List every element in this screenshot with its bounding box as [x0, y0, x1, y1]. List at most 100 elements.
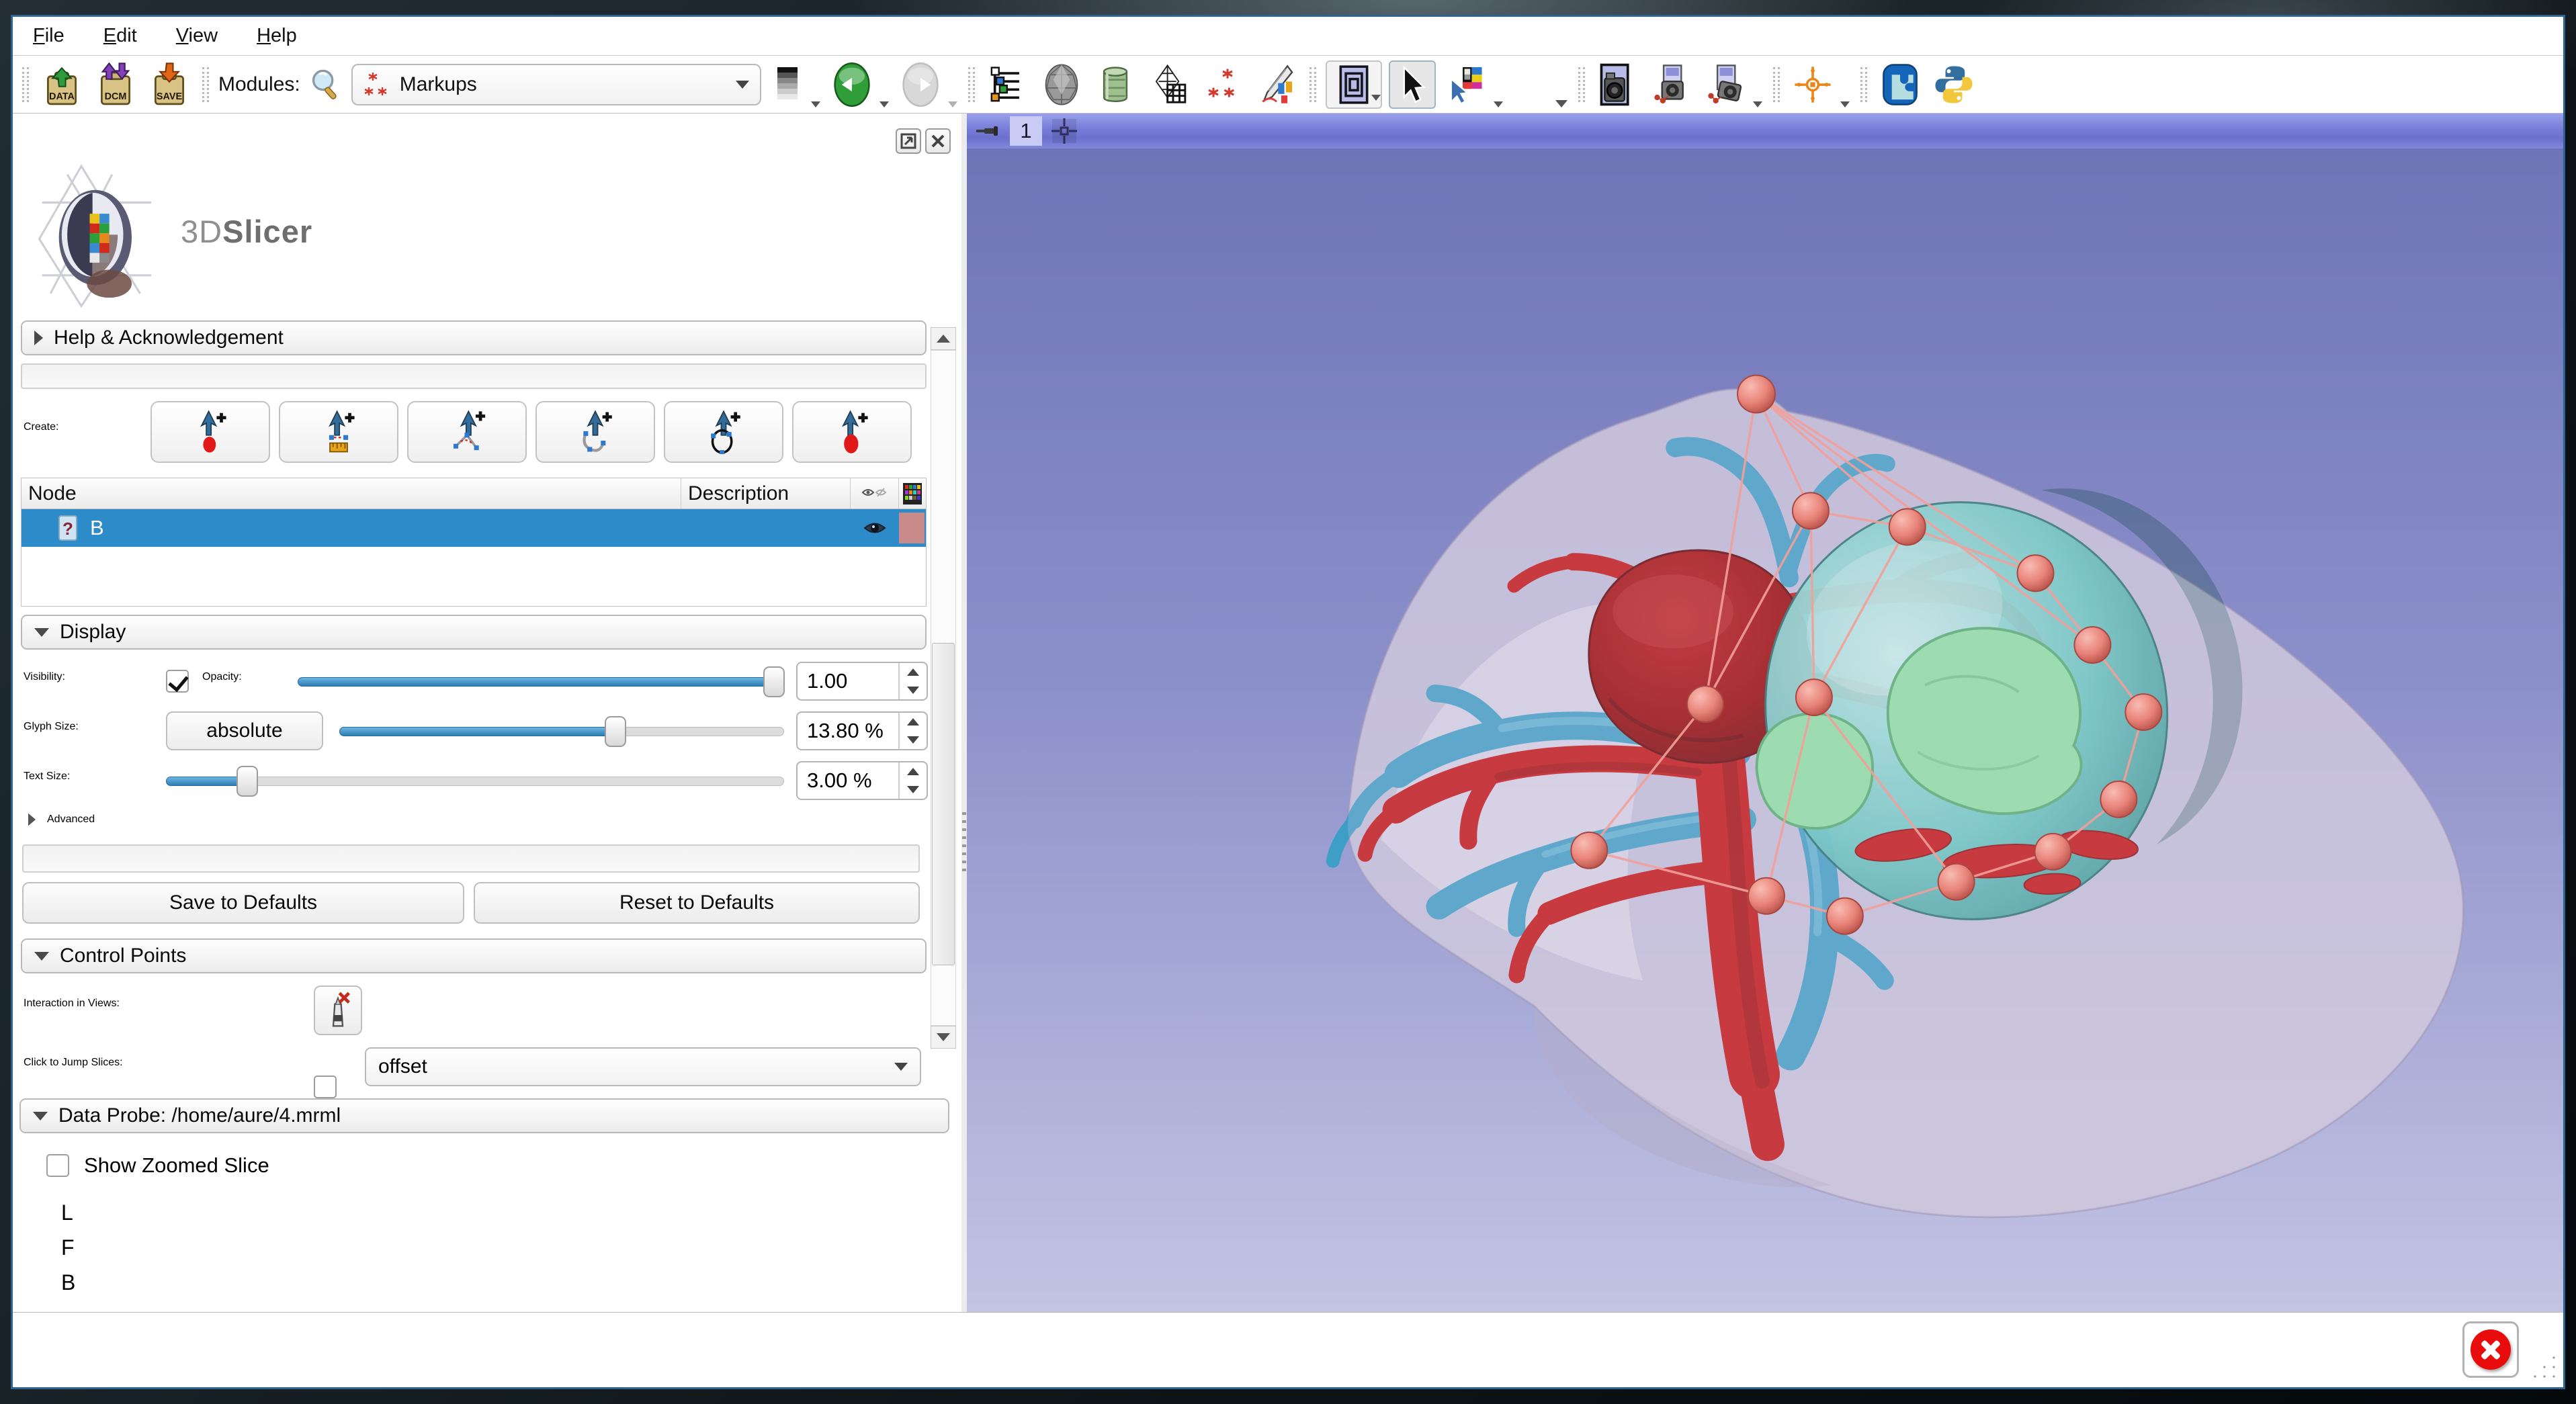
control-point[interactable] — [1793, 492, 1829, 529]
forward-dropdown-arrow[interactable] — [948, 101, 957, 107]
create-open-curve-button[interactable] — [535, 401, 655, 463]
interaction-in-views-button[interactable] — [314, 985, 362, 1035]
volume-rendering-button[interactable] — [1146, 60, 1193, 109]
toolbar-handle[interactable] — [1860, 67, 1867, 102]
menu-file[interactable]: File — [33, 25, 65, 47]
place-persistent-dropdown-arrow[interactable] — [1555, 100, 1568, 107]
crosshair-dropdown-arrow[interactable] — [1840, 101, 1850, 107]
scene-view-capture-button[interactable] — [1648, 60, 1695, 109]
scrollbar-down-button[interactable] — [931, 1026, 956, 1049]
module-history-button[interactable] — [768, 60, 807, 109]
text-size-slider[interactable] — [166, 777, 784, 786]
scrollbar-thumb[interactable] — [932, 643, 955, 965]
glyph-size-slider[interactable] — [339, 727, 784, 736]
subject-hierarchy-button[interactable] — [984, 60, 1031, 109]
spin-up-button[interactable] — [900, 663, 927, 681]
control-points-section-header[interactable]: Control Points — [21, 938, 927, 973]
display-section-header[interactable]: Display — [21, 615, 927, 650]
place-markup-button[interactable] — [1443, 60, 1490, 109]
spin-down-button[interactable] — [900, 731, 927, 749]
resize-grip[interactable] — [2528, 1351, 2558, 1380]
history-dropdown-arrow[interactable] — [811, 101, 820, 107]
create-line-button[interactable] — [279, 401, 398, 463]
module-search-button[interactable] — [307, 60, 345, 109]
column-header-description[interactable]: Description — [681, 478, 851, 509]
control-point[interactable] — [2035, 834, 2071, 870]
toolbar-handle[interactable] — [22, 67, 29, 102]
control-point[interactable] — [1938, 864, 1975, 900]
dicom-button[interactable]: DCM — [92, 60, 139, 109]
toolbar-handle[interactable] — [968, 67, 975, 102]
control-point[interactable] — [1687, 686, 1723, 722]
toolbar-handle[interactable] — [1310, 67, 1316, 102]
history-back-button[interactable] — [828, 60, 875, 109]
visibility-checkbox[interactable] — [166, 670, 189, 693]
opacity-spinbox[interactable]: 1.00 — [796, 662, 928, 701]
toolbar-handle[interactable] — [1773, 67, 1780, 102]
reset-to-defaults-button[interactable]: Reset to Defaults — [474, 882, 920, 924]
scrollbar-up-button[interactable] — [931, 327, 956, 350]
spin-up-button[interactable] — [900, 762, 927, 781]
create-plane-button[interactable] — [792, 401, 912, 463]
text-size-spinbox[interactable]: 3.00 % — [796, 761, 928, 800]
python-console-button[interactable] — [1930, 60, 1977, 109]
control-point[interactable] — [1737, 376, 1775, 413]
control-point[interactable] — [1796, 679, 1832, 715]
spin-down-button[interactable] — [900, 781, 927, 799]
annotations-module-button[interactable] — [1253, 60, 1300, 109]
menu-edit[interactable]: Edit — [103, 25, 137, 47]
opacity-slider-handle[interactable] — [763, 666, 785, 697]
control-point[interactable] — [2125, 694, 2161, 730]
control-point[interactable] — [1889, 509, 1926, 545]
threed-view-controller-bar[interactable]: 1 — [967, 114, 2563, 148]
toolbar-handle[interactable] — [202, 67, 209, 102]
layout-selector-button[interactable] — [1326, 60, 1382, 109]
show-zoomed-slice-checkbox[interactable] — [46, 1154, 69, 1177]
mouse-interaction-button[interactable] — [1389, 60, 1436, 109]
menu-view[interactable]: View — [176, 25, 218, 47]
scene-view-dropdown-arrow[interactable] — [1753, 101, 1762, 107]
pin-icon[interactable] — [975, 122, 1002, 140]
volumes-module-button[interactable] — [1092, 60, 1139, 109]
panel-undock-button[interactable] — [896, 128, 921, 154]
column-header-node[interactable]: Node — [22, 478, 681, 509]
opacity-slider[interactable] — [298, 677, 784, 687]
spin-up-button[interactable] — [900, 713, 927, 731]
layout-dropdown-arrow[interactable] — [1371, 95, 1381, 101]
screenshot-button[interactable] — [1594, 60, 1641, 109]
jump-slices-checkbox[interactable] — [314, 1076, 337, 1098]
node-visibility-toggle[interactable] — [851, 519, 899, 537]
history-forward-button[interactable] — [897, 60, 944, 109]
jump-mode-combobox[interactable]: offset — [365, 1047, 921, 1086]
back-dropdown-arrow[interactable] — [879, 101, 889, 107]
models-module-button[interactable] — [1038, 60, 1085, 109]
menu-help[interactable]: Help — [257, 25, 297, 47]
scene-view-restore-button[interactable] — [1702, 60, 1749, 109]
control-point[interactable] — [1827, 898, 1863, 934]
text-size-slider-handle[interactable] — [237, 766, 258, 797]
node-row-b[interactable]: ? B — [22, 509, 926, 547]
control-point[interactable] — [1571, 832, 1607, 869]
control-point[interactable] — [2100, 781, 2137, 818]
save-to-defaults-button[interactable]: Save to Defaults — [22, 882, 464, 924]
column-header-visibility[interactable] — [851, 478, 899, 509]
glyph-size-spinbox[interactable]: 13.80 % — [796, 711, 928, 750]
create-angle-button[interactable] — [407, 401, 527, 463]
toolbar-handle[interactable] — [1578, 67, 1585, 102]
create-point-list-button[interactable] — [151, 401, 270, 463]
column-header-color[interactable] — [899, 478, 926, 509]
glyph-size-mode-button[interactable]: absolute — [166, 711, 323, 750]
extensions-manager-button[interactable] — [1877, 60, 1924, 109]
data-probe-section-header[interactable]: Data Probe: /home/aure/4.mrml — [19, 1098, 949, 1133]
view-crosshair-icon[interactable] — [1050, 117, 1078, 145]
panel-view-splitter[interactable] — [961, 114, 967, 1312]
node-color-swatch[interactable] — [899, 513, 925, 543]
spin-down-button[interactable] — [900, 681, 927, 699]
control-point[interactable] — [2018, 555, 2054, 591]
help-acknowledgement-section[interactable]: Help & Acknowledgement — [21, 320, 927, 355]
markups-module-button[interactable] — [1199, 60, 1246, 109]
control-point[interactable] — [2074, 627, 2110, 663]
load-data-button[interactable]: DATA — [38, 60, 85, 109]
save-button[interactable]: SAVE — [146, 60, 193, 109]
error-log-button[interactable] — [2462, 1321, 2519, 1378]
